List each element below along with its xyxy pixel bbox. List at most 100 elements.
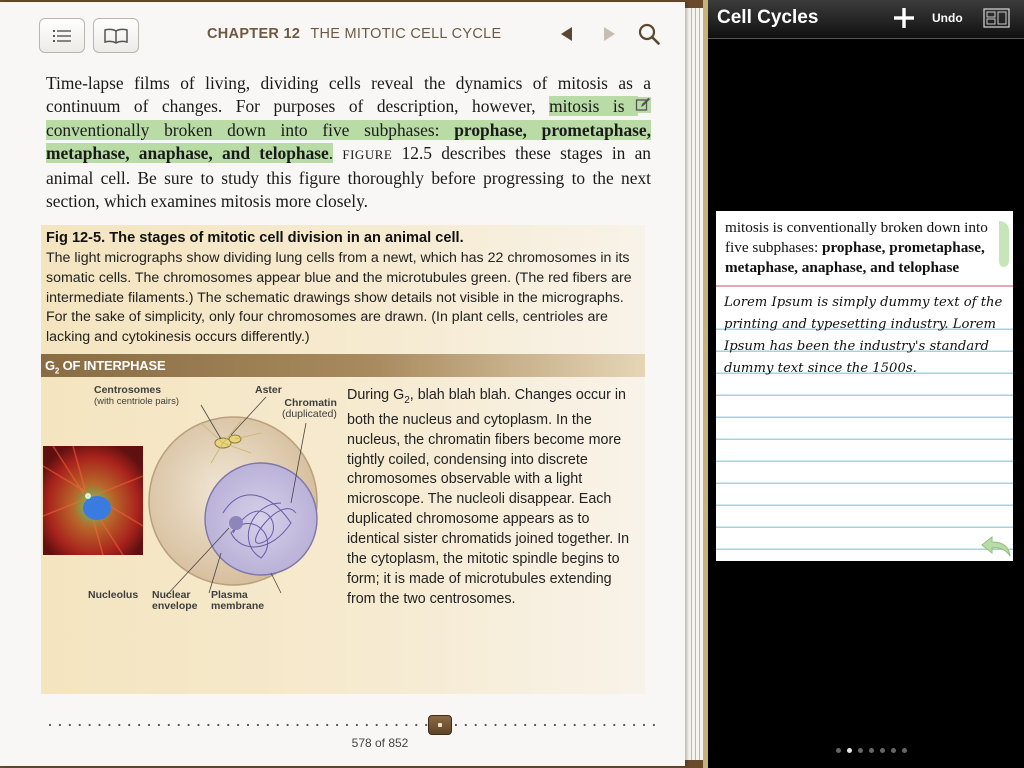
highlighted-text[interactable]: mitosis is: [549, 96, 638, 117]
scrubber-dot: [623, 723, 626, 727]
label-chromatin-sub: (duplicated): [282, 408, 337, 420]
scrubber-dot: [642, 723, 646, 727]
scrubber-dot: [197, 723, 200, 727]
scrubber-dot: [504, 723, 507, 727]
scrubber-dot: [187, 723, 190, 727]
scrubber-dot: [326, 723, 329, 727]
add-note-button[interactable]: [893, 5, 915, 31]
scrubber-dot: [454, 723, 457, 727]
scrubber-dot: [157, 723, 160, 727]
scrubber-dot: [425, 723, 428, 727]
note-separator: [716, 285, 1013, 287]
label-nucleolus: Nucleolus: [88, 589, 139, 601]
page-scrubber-knob[interactable]: [427, 715, 452, 735]
note-quote: mitosis is conventionally broken down in…: [725, 218, 1007, 277]
notes-page-dot[interactable]: [847, 748, 852, 753]
book-open-icon: [104, 28, 128, 44]
scrubber-dot: [563, 723, 566, 727]
scrubber-dot: [573, 723, 576, 727]
label-centrosomes-sub: (with centriole pairs): [94, 396, 179, 407]
scrubber-dot: [336, 723, 339, 727]
stage-title: G2 OF INTERPHASE: [45, 358, 166, 376]
scrubber-dot: [98, 723, 101, 727]
stage-description: During G2, blah blah blah. Changes occur…: [347, 386, 640, 610]
scrubber-dot: [395, 723, 398, 727]
undo-arrow-icon[interactable]: [980, 535, 1012, 557]
scrubber-dot: [553, 723, 556, 727]
next-page-button[interactable]: [598, 22, 620, 46]
label-envelope-text: envelope: [152, 600, 198, 612]
notes-page-indicator[interactable]: [836, 748, 907, 753]
notes-toolbar: Cell Cycles Undo: [708, 0, 1024, 39]
scrubber-dot: [48, 723, 52, 727]
cell-diagram: Centrosomes (with centriole pairs) Aster …: [88, 383, 341, 619]
view-toggle-icon[interactable]: [983, 8, 1010, 28]
toc-button[interactable]: [39, 18, 85, 53]
prev-page-icon: [561, 27, 572, 41]
toc-list-icon: [53, 29, 71, 42]
scrubber-dot: [177, 723, 180, 727]
label-centrosomes: Centrosomes (with centriole pairs): [94, 385, 179, 408]
highlighted-text[interactable]: conventionally broken down into five sub…: [46, 119, 455, 140]
stage-title-rest: OF INTERPHASE: [59, 358, 166, 373]
chapter-heading: CHAPTER 12 THE MITOTIC CELL CYCLE: [207, 26, 501, 42]
scrubber-dot: [365, 723, 368, 727]
notes-page-dot[interactable]: [869, 748, 874, 753]
library-button[interactable]: [93, 18, 139, 53]
next-page-icon: [604, 27, 615, 41]
scrubber-dot: [405, 723, 408, 727]
figure-panel: Fig 12-5. The stages of mitotic cell div…: [41, 225, 645, 694]
chapter-title: THE MITOTIC CELL CYCLE: [310, 26, 502, 42]
stage-description-text: , blah blah blah. Changes occur in both …: [347, 387, 630, 607]
scrubber-dot: [316, 723, 319, 727]
page-number: 578 of 852: [351, 736, 409, 750]
scrubber-dot: [147, 723, 151, 727]
scrubber-dot: [296, 723, 299, 727]
micrograph-image: [43, 446, 143, 555]
page-scrubber-track[interactable]: [48, 720, 660, 730]
undo-button[interactable]: Undo: [932, 11, 963, 25]
scrubber-dot: [118, 723, 121, 727]
book-page[interactable]: CHAPTER 12 THE MITOTIC CELL CYCLE Time-l…: [0, 2, 685, 766]
notes-page-dot[interactable]: [902, 748, 907, 753]
scrubber-dot: [128, 723, 131, 727]
scrubber-dot: [375, 723, 378, 727]
scrubber-dot: [138, 723, 141, 727]
label-plasma-membrane: Plasma membrane: [211, 590, 264, 612]
search-button[interactable]: [637, 22, 661, 46]
scrubber-dot: [603, 723, 606, 727]
note-card[interactable]: mitosis is conventionally broken down in…: [716, 211, 1013, 561]
figure-title: Fig 12-5. The stages of mitotic cell div…: [46, 230, 464, 246]
notebook-title: Cell Cycles: [717, 7, 819, 28]
scrubber-dot: [207, 723, 210, 727]
label-aster: Aster: [255, 384, 282, 396]
prev-page-button[interactable]: [556, 22, 578, 46]
stage-description-text: During G: [347, 387, 405, 403]
scrubber-dot: [633, 723, 636, 727]
bookmark-icon[interactable]: [998, 221, 1010, 267]
note-handwritten-text[interactable]: Lorem Ipsum is simply dummy text of the …: [724, 292, 1010, 380]
scrubber-dot: [494, 723, 497, 727]
notes-page-dot[interactable]: [880, 748, 885, 753]
scrubber-dot: [593, 723, 596, 727]
scrubber-dot: [652, 723, 656, 727]
scrubber-dot: [464, 723, 467, 727]
figure-reference[interactable]: FIGURE: [342, 147, 392, 162]
body-paragraph[interactable]: Time-lapse films of living, dividing cel…: [46, 72, 651, 213]
scrubber-dot: [355, 723, 358, 727]
scrubber-dot: [415, 723, 418, 727]
scrubber-dot: [108, 723, 111, 727]
notes-page-dot[interactable]: [858, 748, 863, 753]
highlighted-text[interactable]: .: [328, 143, 334, 164]
label-chromatin: Chromatin (duplicated): [282, 398, 337, 420]
scrubber-dot: [583, 723, 586, 727]
scrubber-dot: [385, 723, 388, 727]
figure-reference-number[interactable]: 12.5: [402, 143, 432, 163]
notes-page-dot[interactable]: [891, 748, 896, 753]
scrubber-dot: [256, 723, 259, 727]
scrubber-dot: [514, 723, 517, 727]
notes-page-dot[interactable]: [836, 748, 841, 753]
stage-title-g: G: [45, 358, 55, 373]
scrubber-dot: [276, 723, 279, 727]
note-edit-icon[interactable]: [635, 97, 651, 114]
